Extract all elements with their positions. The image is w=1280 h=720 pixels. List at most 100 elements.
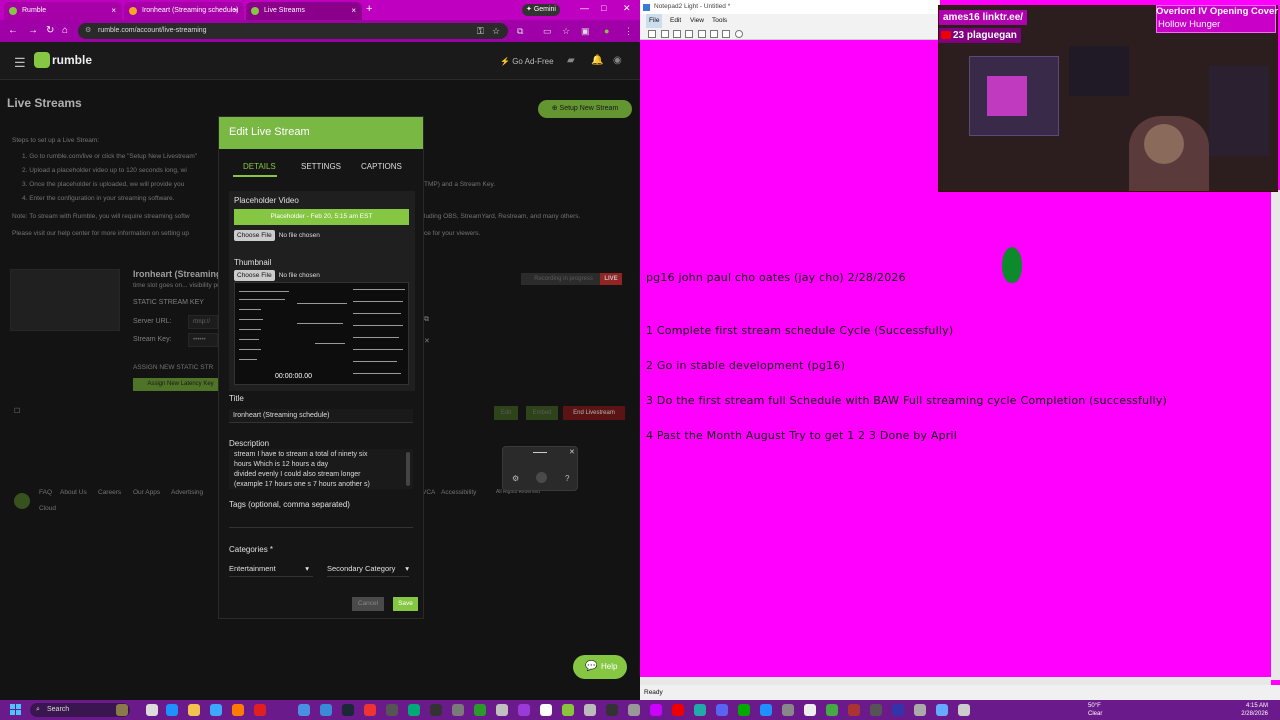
extensions-icon[interactable]: ⧉ <box>517 26 523 37</box>
app-icon-red-2[interactable] <box>364 704 376 716</box>
minimize-icon[interactable]: — <box>580 3 589 13</box>
choose-file-button[interactable]: Choose File <box>234 230 275 241</box>
app-icon-grey-4[interactable] <box>914 704 926 716</box>
app-icon-magenta[interactable] <box>650 704 662 716</box>
notepad-line-5[interactable]: 4 Past the Month August Try to get 1 2 3… <box>646 429 957 442</box>
task-view-icon[interactable] <box>146 704 158 716</box>
home-icon[interactable]: ⌂ <box>62 25 68 36</box>
notepad-line-1[interactable]: pg16 john paul cho oates (jay cho) 2/28/… <box>646 271 906 284</box>
app-icon-dark[interactable] <box>606 704 618 716</box>
app-icon-green-2[interactable] <box>738 704 750 716</box>
app-icon-grey[interactable] <box>496 704 508 716</box>
go-adfree-link[interactable]: ⚡ Go Ad-Free <box>500 57 554 66</box>
menu-view[interactable]: View <box>690 14 704 28</box>
taskbar-search[interactable]: ⌕ Search <box>30 703 130 717</box>
new-file-icon[interactable] <box>648 30 656 38</box>
camera-upload-icon[interactable]: ▰ <box>567 55 575 66</box>
app-icon-purple[interactable] <box>518 704 530 716</box>
discord-icon[interactable] <box>716 704 728 716</box>
app-icon-sky[interactable] <box>936 704 948 716</box>
youtube-taskbar-icon[interactable] <box>672 704 684 716</box>
horizontal-scrollbar[interactable] <box>640 677 1271 685</box>
app-icon-red-3[interactable] <box>848 704 860 716</box>
tab-captions[interactable]: CAPTIONS <box>361 162 402 171</box>
terminal-icon[interactable] <box>430 704 442 716</box>
windows-start-icon[interactable] <box>10 704 22 716</box>
forward-icon[interactable]: → <box>28 25 38 36</box>
tab-settings[interactable]: SETTINGS <box>301 162 341 171</box>
file-explorer-icon[interactable] <box>188 704 200 716</box>
firefox-icon[interactable] <box>232 704 244 716</box>
save-button[interactable]: Save <box>393 597 418 611</box>
app-icon-red[interactable] <box>254 704 266 716</box>
gemini-button[interactable]: ✦ Gemini <box>522 4 560 16</box>
tab-details[interactable]: DETAILS <box>243 162 276 171</box>
primary-category-select[interactable]: Entertainment ▾ <box>229 561 313 577</box>
choose-file-button[interactable]: Choose File <box>234 270 275 281</box>
app-icon-dark-2[interactable] <box>870 704 882 716</box>
app-icon-teal[interactable] <box>694 704 706 716</box>
secondary-category-select[interactable]: Secondary Category ▾ <box>327 561 409 577</box>
profile-icon[interactable]: ● <box>604 26 609 36</box>
vertical-scrollbar[interactable] <box>1271 190 1280 680</box>
close-icon[interactable]: × <box>111 2 116 20</box>
app-icon-white[interactable] <box>804 704 816 716</box>
store-icon[interactable] <box>210 704 222 716</box>
close-icon[interactable]: ✕ <box>569 448 575 456</box>
widgets-icon[interactable] <box>116 704 128 716</box>
app-icon-green-3[interactable] <box>826 704 838 716</box>
bookmark-star-icon[interactable]: ☆ <box>492 26 500 37</box>
obs-icon[interactable] <box>386 704 398 716</box>
app-icon-green[interactable] <box>408 704 420 716</box>
cut-icon[interactable] <box>698 30 706 38</box>
help-button[interactable]: 💬 Help <box>573 655 627 679</box>
app-icon-blue[interactable] <box>320 704 332 716</box>
maximize-icon[interactable]: □ <box>601 3 606 13</box>
description-scrollbar[interactable] <box>406 452 410 486</box>
settings-icon[interactable] <box>452 704 464 716</box>
menu-tools[interactable]: Tools <box>712 14 727 28</box>
open-file-icon[interactable] <box>661 30 669 38</box>
settings-gear-icon[interactable]: ⚙ <box>512 474 519 483</box>
help-icon[interactable] <box>735 30 743 38</box>
system-clock[interactable]: 4:15 AM 2/28/2026 <box>1228 702 1268 718</box>
github-icon[interactable] <box>540 704 552 716</box>
close-icon[interactable]: × <box>233 2 238 20</box>
microphone-icon[interactable] <box>536 472 547 483</box>
app-icon-grey-3[interactable] <box>782 704 794 716</box>
app-icon-navy[interactable] <box>892 704 904 716</box>
reload-icon[interactable]: ↻ <box>46 25 54 36</box>
close-icon[interactable]: × <box>351 2 356 20</box>
tab-live-streams[interactable]: Live Streams × <box>246 2 362 20</box>
drag-handle[interactable] <box>533 452 547 453</box>
print-icon[interactable] <box>685 30 693 38</box>
chrome-icon[interactable] <box>298 704 310 716</box>
notifications-bell-icon[interactable]: 🔔 <box>591 55 603 66</box>
menu-dots-icon[interactable]: ⋮ <box>624 26 633 37</box>
edge-icon[interactable] <box>166 704 178 716</box>
notepad-taskbar-icon[interactable] <box>628 704 640 716</box>
rumble-taskbar-icon[interactable] <box>562 704 574 716</box>
close-window-icon[interactable]: ✕ <box>623 3 631 14</box>
account-avatar-icon[interactable]: ◉ <box>613 55 622 66</box>
split-view-icon[interactable]: ▭ <box>543 26 552 37</box>
tab-rumble[interactable]: Rumble × <box>4 2 122 20</box>
rumble-logo[interactable]: rumble <box>34 52 92 70</box>
notepad-line-2[interactable]: 1 Complete first stream schedule Cycle (… <box>646 324 953 337</box>
menu-file[interactable]: File <box>646 14 663 28</box>
steam-icon[interactable] <box>342 704 354 716</box>
back-icon[interactable]: ← <box>8 25 18 36</box>
title-input[interactable]: Ironheart (Streaming schedule) <box>229 409 413 423</box>
tab-ironheart[interactable]: Ironheart (Streaming schedule) × <box>124 2 244 20</box>
app-icon-grey-2[interactable] <box>584 704 596 716</box>
password-key-icon[interactable]: ⚿ <box>477 26 484 37</box>
thumbnail-file-input[interactable]: Choose File No file chosen <box>234 270 320 281</box>
copy-icon[interactable] <box>710 30 718 38</box>
cancel-button[interactable]: Cancel <box>352 597 384 611</box>
menu-edit[interactable]: Edit <box>670 14 681 28</box>
url-field[interactable]: ⚙ rumble.com/account/live-streaming <box>78 23 508 39</box>
notepad-line-3[interactable]: 2 Go in stable development (pg16) <box>646 359 845 372</box>
new-tab-icon[interactable]: + <box>366 3 372 15</box>
paste-icon[interactable] <box>722 30 730 38</box>
favorites-icon[interactable]: ☆ <box>562 26 570 37</box>
